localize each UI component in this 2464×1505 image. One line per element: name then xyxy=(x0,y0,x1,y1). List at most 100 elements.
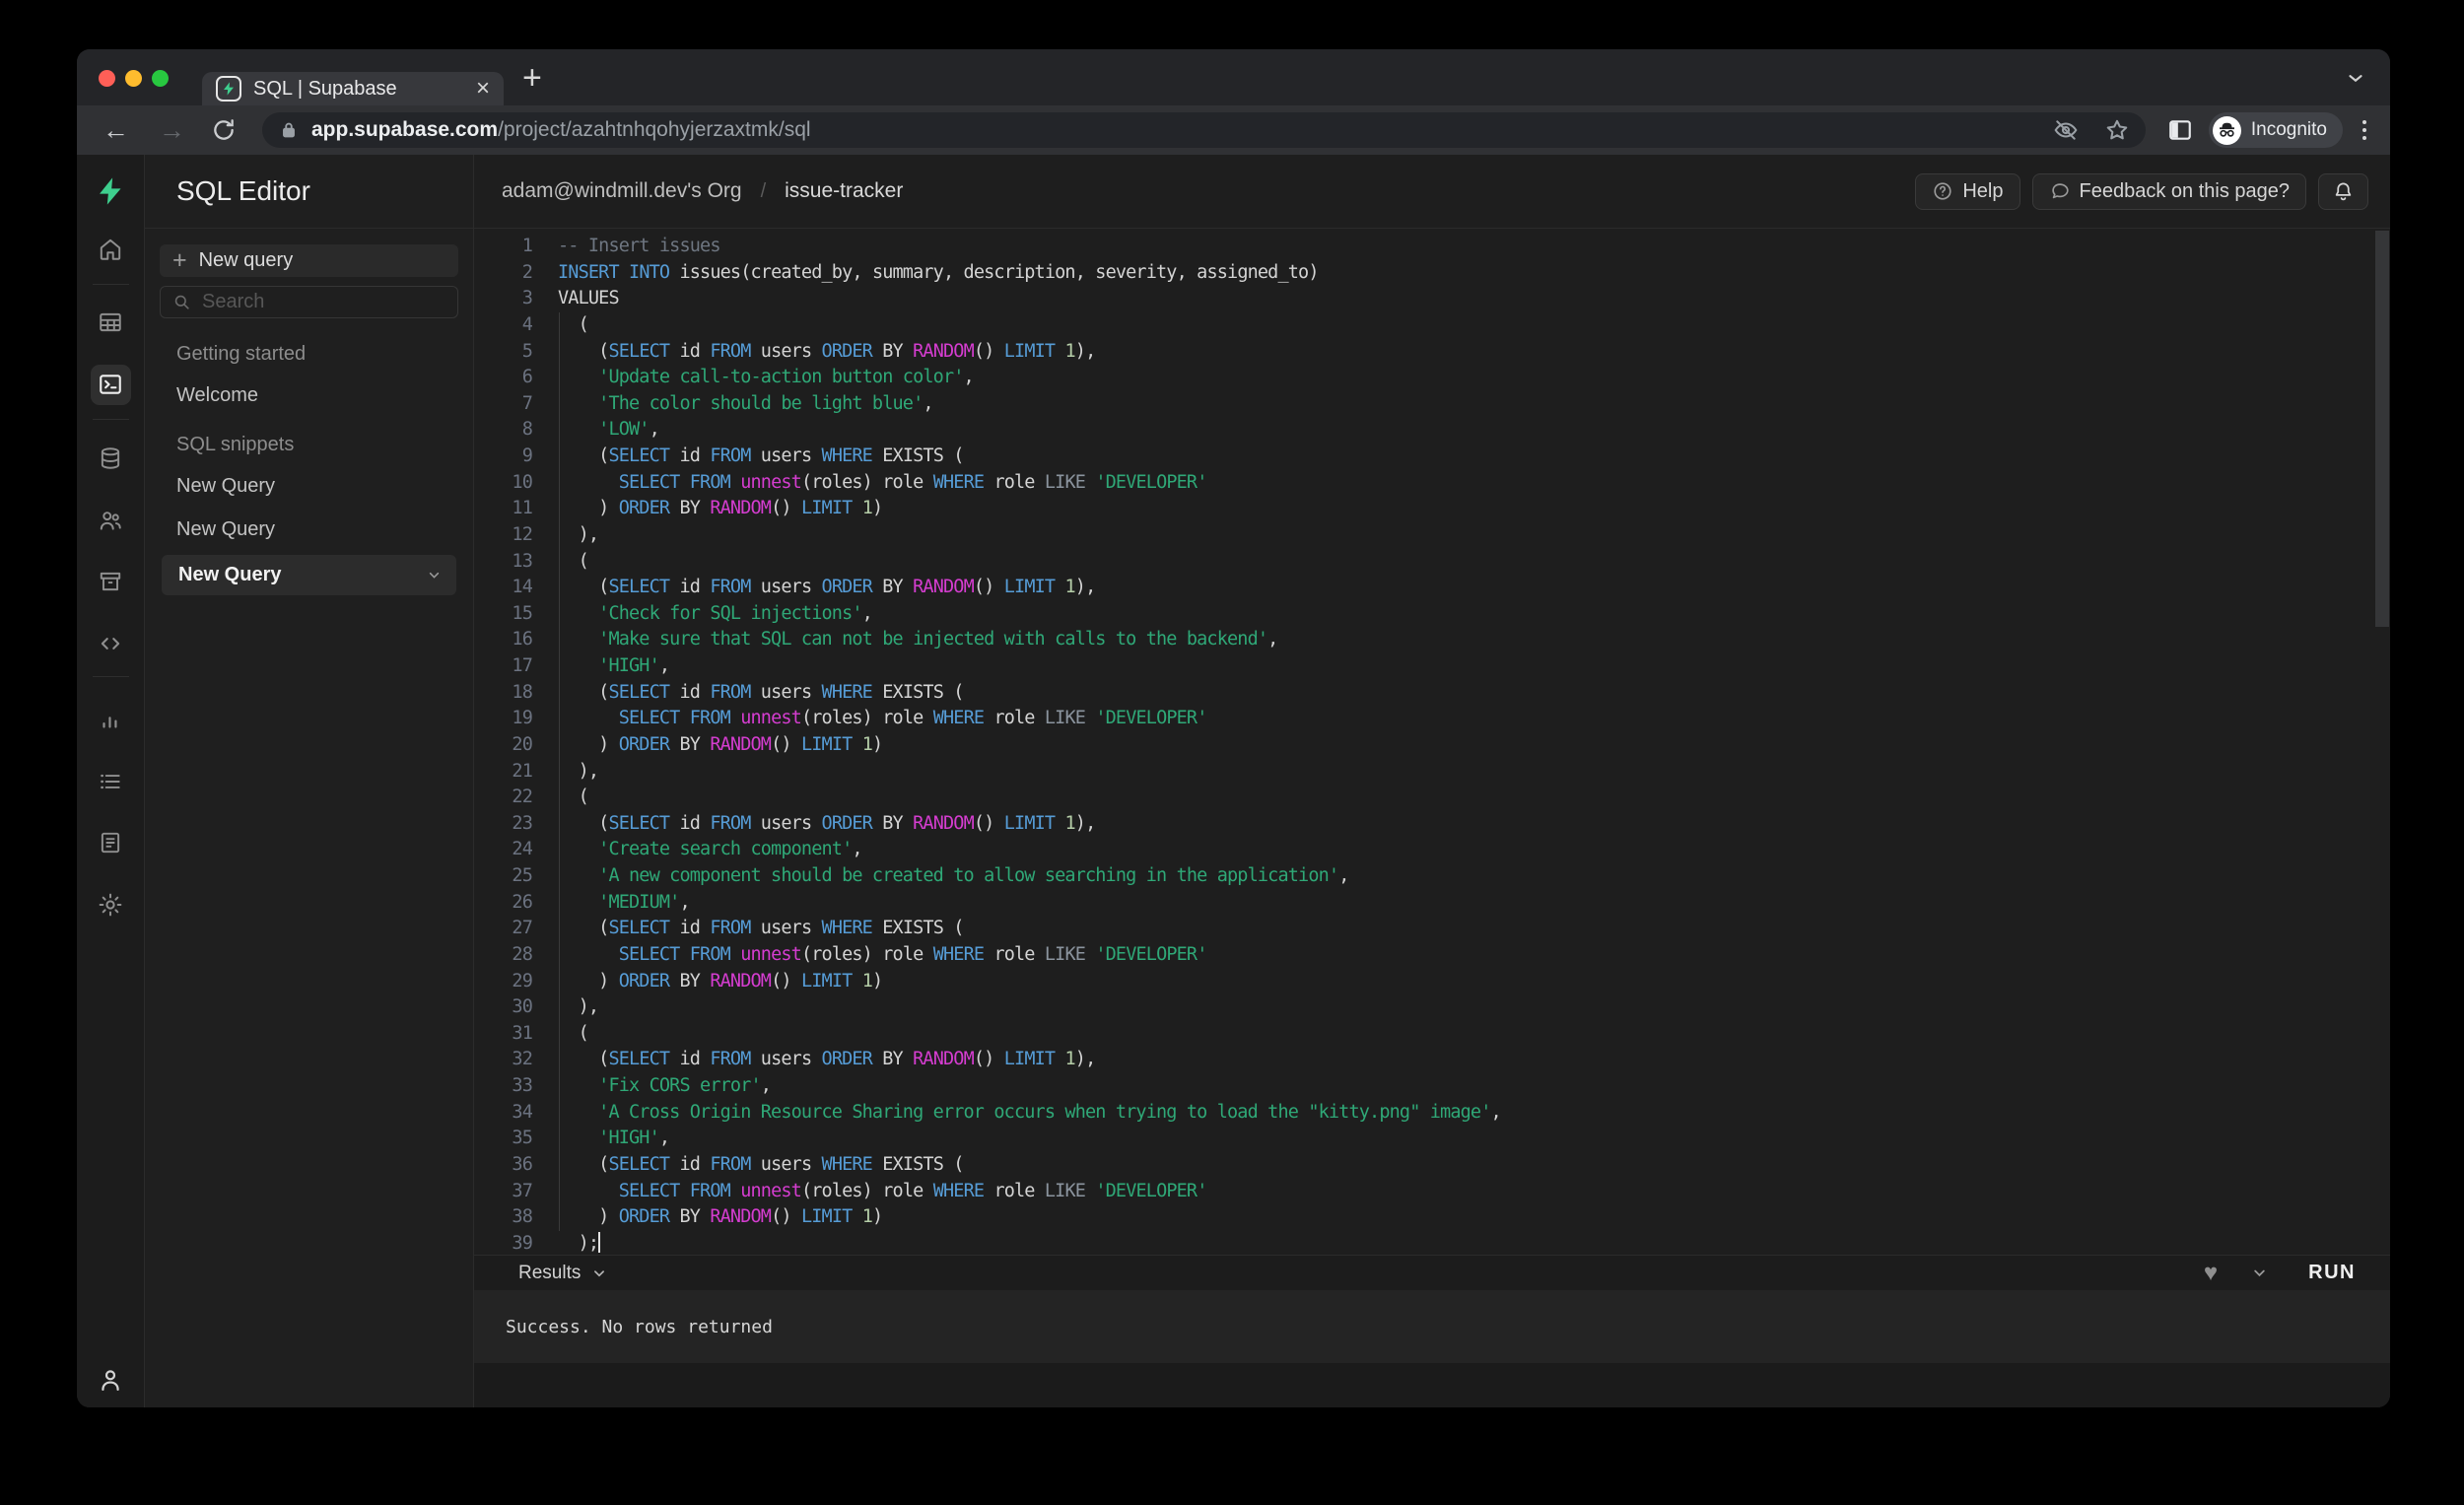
window-zoom-button[interactable] xyxy=(152,70,169,87)
tab-search-chevron-icon[interactable] xyxy=(2345,67,2366,89)
privacy-eye-off-icon[interactable] xyxy=(2053,117,2079,143)
help-button[interactable]: Help xyxy=(1915,172,2020,210)
code-text: (SELECT id FROM users WHERE EXISTS ( xyxy=(558,918,964,939)
api-docs-icon[interactable] xyxy=(98,830,123,855)
account-icon[interactable] xyxy=(97,1366,124,1394)
reports-icon[interactable] xyxy=(98,708,123,733)
code-text: (SELECT id FROM users ORDER BY RANDOM() … xyxy=(558,577,1096,598)
sidebar-item[interactable]: New Query xyxy=(160,515,458,543)
url-bar[interactable]: app.supabase.com /project/azahtnhqohyjer… xyxy=(262,112,2146,148)
results-label[interactable]: Results xyxy=(518,1263,581,1284)
line-number: 2 xyxy=(521,261,533,283)
code-line: 32 (SELECT id FROM users ORDER BY RANDOM… xyxy=(474,1047,2390,1073)
browser-tab-strip: SQL | Supabase × + xyxy=(77,49,2390,105)
code-line: 2 INSERT INTO issues(created_by, summary,… xyxy=(474,260,2390,287)
sidebar-item-label: New Query xyxy=(176,474,276,497)
editor-scrollbar[interactable] xyxy=(2375,231,2389,627)
breadcrumb-separator: / xyxy=(760,179,767,202)
line-number: 23 xyxy=(512,812,532,834)
new-query-button[interactable]: + New query xyxy=(160,244,458,277)
line-number: 38 xyxy=(512,1206,532,1228)
code-line: 30 ), xyxy=(474,994,2390,1021)
breadcrumb-org[interactable]: adam@windmill.dev's Org xyxy=(502,179,742,203)
code-text: SELECT FROM unnest(roles) role WHERE rol… xyxy=(618,943,1208,965)
sidebar-item[interactable]: Welcome xyxy=(160,381,458,409)
favorite-heart-icon[interactable]: ♥ xyxy=(2204,1261,2218,1285)
table-editor-icon[interactable] xyxy=(98,309,123,335)
line-number: 37 xyxy=(512,1180,532,1201)
code-line: 10 SELECT FROM unnest(roles) role WHERE … xyxy=(474,470,2390,497)
home-icon[interactable] xyxy=(98,237,123,262)
line-number: 9 xyxy=(521,445,533,466)
edge-functions-icon[interactable] xyxy=(98,631,123,656)
settings-icon[interactable] xyxy=(98,892,124,919)
line-number: 13 xyxy=(512,550,532,572)
line-number: 12 xyxy=(512,523,532,545)
code-text: ), xyxy=(558,523,599,545)
code-line: 4 ( xyxy=(474,312,2390,339)
line-number: 7 xyxy=(521,392,533,414)
query-result-message-row: Success. No rows returned xyxy=(474,1290,2390,1363)
code-text: ) ORDER BY RANDOM() LIMIT 1) xyxy=(558,733,883,755)
sidebar-section-label: SQL snippets xyxy=(176,434,295,455)
forward-button[interactable]: → xyxy=(159,116,185,144)
sql-code-editor[interactable]: 1 -- Insert issues 2 INSERT INTO issues(cre… xyxy=(474,229,2390,1255)
reload-button[interactable] xyxy=(211,117,237,143)
sidebar-item-active[interactable]: New Query xyxy=(162,555,456,595)
run-options-chevron-icon[interactable] xyxy=(2250,1264,2269,1282)
logs-icon[interactable] xyxy=(98,769,123,794)
code-line: 38 ) ORDER BY RANDOM() LIMIT 1) xyxy=(474,1204,2390,1231)
code-line: 7 'The color should be light blue', xyxy=(474,391,2390,418)
code-text: 'The color should be light blue', xyxy=(598,392,933,414)
code-line: 13 ( xyxy=(474,549,2390,576)
feedback-button-label: Feedback on this page? xyxy=(2079,179,2291,202)
sidebar-item[interactable]: New Query xyxy=(160,472,458,500)
snippet-search[interactable] xyxy=(160,286,458,318)
code-line: 3 VALUES xyxy=(474,286,2390,312)
bookmark-star-icon[interactable] xyxy=(2104,117,2130,143)
side-panel-icon[interactable] xyxy=(2167,117,2193,143)
database-icon[interactable] xyxy=(98,445,123,471)
line-number: 1 xyxy=(521,236,533,256)
line-number: 24 xyxy=(512,839,532,860)
new-tab-button[interactable]: + xyxy=(522,59,542,98)
line-number: 11 xyxy=(512,498,532,519)
code-text: ); xyxy=(558,1231,601,1254)
tab-close-icon[interactable]: × xyxy=(476,77,490,101)
storage-icon[interactable] xyxy=(98,569,123,594)
supabase-logo-icon[interactable] xyxy=(95,175,126,207)
line-number: 6 xyxy=(521,367,533,388)
code-line: 37 SELECT FROM unnest(roles) role WHERE … xyxy=(474,1179,2390,1205)
code-line: 18 (SELECT id FROM users WHERE EXISTS ( xyxy=(474,680,2390,707)
search-input[interactable] xyxy=(202,291,399,313)
run-query-button[interactable]: RUN xyxy=(2308,1262,2356,1284)
browser-tab[interactable]: SQL | Supabase × xyxy=(202,72,504,105)
line-number: 22 xyxy=(512,787,532,808)
breadcrumb-project[interactable]: issue-tracker xyxy=(785,179,903,203)
window-close-button[interactable] xyxy=(99,70,115,87)
line-number: 14 xyxy=(512,577,532,598)
sidebar-item-label: New Query xyxy=(176,517,276,540)
indent-guide xyxy=(559,312,560,1231)
line-number: 20 xyxy=(512,733,532,755)
line-number: 16 xyxy=(512,629,532,650)
notifications-button[interactable] xyxy=(2318,172,2368,210)
query-result-message: Success. No rows returned xyxy=(506,1316,773,1337)
line-number: 21 xyxy=(512,760,532,782)
window-minimize-button[interactable] xyxy=(125,70,142,87)
code-text: INSERT INTO issues(created_by, summary, … xyxy=(558,261,1319,283)
browser-menu-icon[interactable] xyxy=(2362,120,2366,140)
code-text: VALUES xyxy=(558,288,620,309)
code-text: ( xyxy=(558,787,589,808)
back-button[interactable]: ← xyxy=(103,116,129,144)
code-line: 28 SELECT FROM unnest(roles) role WHERE … xyxy=(474,942,2390,969)
results-chevron-icon[interactable] xyxy=(590,1265,608,1282)
code-text: ), xyxy=(558,760,599,782)
auth-users-icon[interactable] xyxy=(98,508,123,533)
feedback-button[interactable]: Feedback on this page? xyxy=(2031,172,2306,210)
line-number: 3 xyxy=(521,288,533,309)
code-line: 31 ( xyxy=(474,1021,2390,1048)
code-text: (SELECT id FROM users WHERE EXISTS ( xyxy=(558,681,964,703)
sql-editor-icon[interactable] xyxy=(98,372,123,397)
chevron-down-icon[interactable] xyxy=(426,567,443,583)
